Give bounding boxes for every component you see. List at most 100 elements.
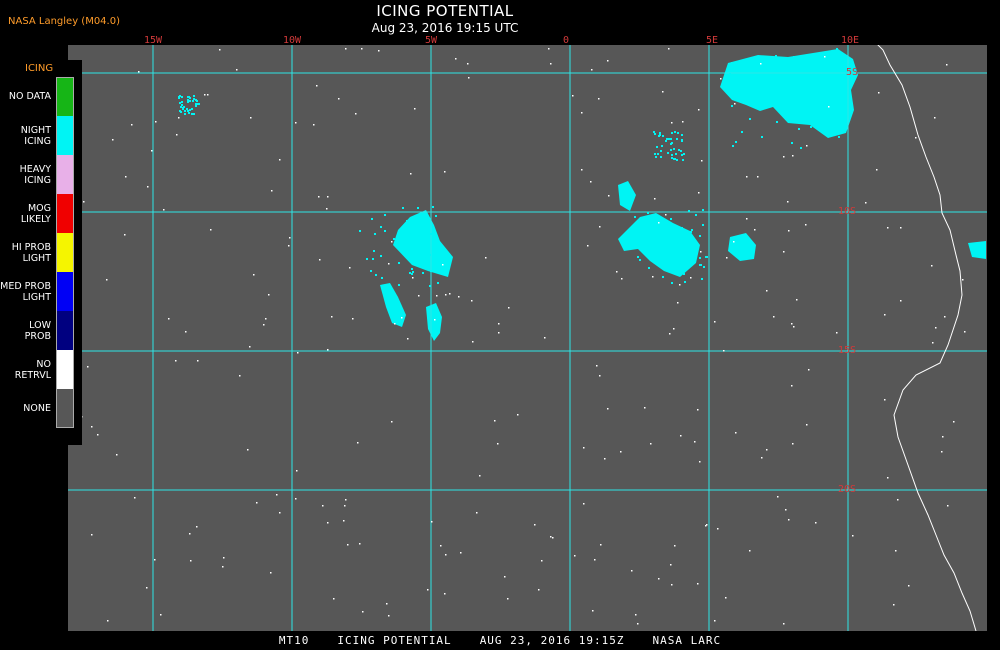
- icing-pixel: [663, 234, 665, 236]
- no-retrieval-pixel: [824, 56, 826, 58]
- no-retrieval-pixel: [878, 92, 880, 94]
- icing-pixel: [655, 156, 657, 158]
- no-retrieval-pixel: [504, 576, 506, 578]
- no-retrieval-pixel: [517, 414, 519, 416]
- icing-pixel: [699, 257, 701, 259]
- no-retrieval-pixel: [412, 277, 414, 279]
- coastline: [877, 45, 977, 631]
- no-retrieval-pixel: [219, 49, 221, 51]
- icing-pixel: [731, 105, 733, 107]
- no-retrieval-pixel: [467, 63, 469, 65]
- no-retrieval-pixel: [953, 421, 955, 423]
- icing-pixel: [794, 63, 796, 65]
- icing-pixel: [181, 101, 183, 103]
- no-retrieval-pixel: [263, 324, 265, 326]
- icing-pixel: [675, 153, 677, 155]
- no-retrieval-pixel: [680, 435, 682, 437]
- no-retrieval-pixel: [91, 426, 93, 428]
- footer-caption: MT10 ICING POTENTIAL AUG 23, 2016 19:15Z NA…: [0, 634, 1000, 647]
- no-retrieval-pixel: [599, 226, 601, 228]
- no-retrieval-pixel: [600, 544, 602, 546]
- no-retrieval-pixel: [757, 176, 759, 178]
- no-retrieval-pixel: [931, 265, 933, 267]
- no-retrieval-pixel: [318, 196, 320, 198]
- no-retrieval-pixel: [388, 263, 390, 265]
- no-retrieval-pixel: [852, 535, 854, 537]
- no-retrieval-pixel: [112, 139, 114, 141]
- no-retrieval-pixel: [460, 552, 462, 554]
- no-retrieval-pixel: [494, 420, 496, 422]
- no-retrieval-pixel: [766, 290, 768, 292]
- no-retrieval-pixel: [887, 477, 889, 479]
- no-retrieval-pixel: [344, 505, 346, 507]
- icing-patch-coast: [968, 241, 986, 259]
- no-retrieval-pixel: [197, 360, 199, 362]
- icing-pixel: [667, 152, 669, 154]
- icing-pixel: [433, 263, 435, 265]
- icing-pixel: [805, 93, 807, 95]
- icing-pixel: [411, 268, 413, 270]
- icing-patch-ne: [720, 49, 858, 138]
- legend-label: NO RETRVL: [14, 358, 51, 381]
- icing-pixel: [181, 96, 183, 98]
- no-retrieval-pixel: [355, 113, 357, 115]
- icing-pixel: [421, 216, 423, 218]
- no-retrieval-pixel: [828, 106, 830, 108]
- no-retrieval-pixel: [391, 421, 393, 423]
- icing-pixel: [380, 255, 382, 257]
- icing-pixel: [634, 216, 636, 218]
- legend-swatch: [56, 311, 74, 350]
- icing-pixel: [833, 122, 835, 124]
- icing-pixel: [695, 214, 697, 216]
- icing-patch-east-small: [728, 233, 756, 261]
- no-retrieval-pixel: [734, 103, 736, 105]
- no-retrieval-pixel: [440, 545, 442, 547]
- no-retrieval-pixel: [620, 451, 622, 453]
- no-retrieval-pixel: [723, 350, 725, 352]
- no-retrieval-pixel: [256, 502, 258, 504]
- legend-item-med-prob-light: MED PROB LIGHT: [0, 272, 82, 311]
- icing-pixel: [189, 97, 191, 99]
- icing-pixel: [776, 121, 778, 123]
- no-retrieval-pixel: [444, 171, 446, 173]
- icing-pixel: [662, 276, 664, 278]
- icing-pixel: [371, 218, 373, 220]
- no-retrieval-pixel: [706, 524, 708, 526]
- lat-label-15s: 15S: [838, 345, 857, 356]
- icing-pixel: [793, 56, 795, 58]
- no-retrieval-pixel: [276, 494, 278, 496]
- icing-pixel: [373, 250, 375, 252]
- no-retrieval-pixel: [359, 543, 361, 545]
- no-retrieval-pixel: [176, 134, 178, 136]
- no-retrieval-pixel: [270, 572, 272, 574]
- no-retrieval-pixel: [253, 274, 255, 276]
- no-retrieval-pixel: [796, 299, 798, 301]
- icing-pixel: [673, 148, 675, 150]
- icing-pixel: [181, 104, 183, 106]
- no-retrieval-pixel: [944, 316, 946, 318]
- no-retrieval-pixel: [941, 451, 943, 453]
- legend-label: MOG LIKELY: [20, 202, 51, 225]
- icing-pixel: [670, 218, 672, 220]
- icing-pixel: [681, 134, 683, 136]
- icing-pixel: [409, 244, 411, 246]
- legend-swatch: [56, 389, 74, 428]
- icing-pixel: [702, 209, 704, 211]
- no-retrieval-pixel: [574, 555, 576, 557]
- no-retrieval-pixel: [700, 251, 702, 253]
- icing-pixel: [186, 108, 188, 110]
- icing-pixel: [670, 138, 672, 140]
- no-retrieval-pixel: [279, 512, 281, 514]
- icing-pixel: [180, 111, 182, 113]
- no-retrieval-pixel: [279, 159, 281, 161]
- icing-pixel: [654, 153, 656, 155]
- no-retrieval-pixel: [964, 331, 966, 333]
- no-retrieval-pixel: [427, 589, 429, 591]
- icing-pixel: [184, 113, 186, 115]
- icing-pixel: [662, 135, 664, 137]
- icing-pixel: [647, 212, 649, 214]
- icing-pixel: [415, 223, 417, 225]
- no-retrieval-pixel: [327, 522, 329, 524]
- no-retrieval-pixel: [151, 150, 153, 152]
- legend-swatch: [56, 155, 74, 194]
